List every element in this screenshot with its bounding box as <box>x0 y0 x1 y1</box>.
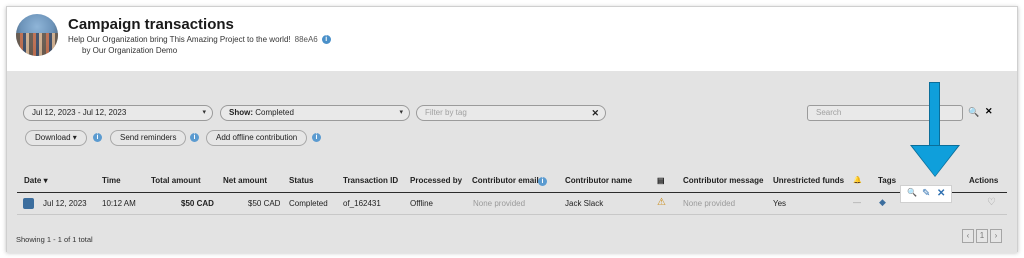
column-contributor-email: Contributor email <box>472 176 539 185</box>
cell-unrestricted-funds: Yes <box>773 199 787 208</box>
status-filter-select[interactable]: Show: Completed ▾ <box>220 105 410 121</box>
column-contributor-name: Contributor name <box>565 176 633 185</box>
cell-transaction-id[interactable]: of_162431 <box>343 199 381 208</box>
info-icon[interactable]: i <box>93 133 102 142</box>
column-contributor-message: Contributor message <box>683 176 764 185</box>
annotation-arrow <box>929 82 940 148</box>
column-transaction-id: Transaction ID <box>343 176 399 185</box>
page-title: Campaign transactions <box>68 16 234 33</box>
delete-icon[interactable]: ✕ <box>937 188 945 199</box>
card-icon: ▤ <box>657 176 665 185</box>
column-actions: Actions <box>969 176 999 185</box>
organization-byline: by Our Organization Demo <box>82 46 178 55</box>
search-icon[interactable]: 🔍 <box>968 107 979 118</box>
bell-icon: 🔔 <box>853 177 862 184</box>
warning-icon: ⚠ <box>657 197 666 208</box>
status-filter-value: Completed <box>255 108 294 117</box>
column-status: Status <box>289 176 314 185</box>
column-total-amount: Total amount <box>151 176 201 185</box>
row-actions: 🔍 ✎ ✕ <box>900 185 952 203</box>
date-range-select[interactable]: Jul 12, 2023 - Jul 12, 2023 ▾ <box>23 105 213 121</box>
column-time: Time <box>102 176 121 185</box>
date-range-value: Jul 12, 2023 - Jul 12, 2023 <box>32 108 127 117</box>
tag-icon[interactable]: ◆ <box>879 197 886 208</box>
transactions-panel: Jul 12, 2023 - Jul 12, 2023 ▾ Show: Comp… <box>7 71 1017 253</box>
campaign-subtitle: Help Our Organization bring This Amazing… <box>68 35 331 44</box>
chevron-down-icon: ▾ <box>202 109 206 116</box>
clear-search-icon[interactable]: ✕ <box>985 106 993 117</box>
info-icon[interactable]: i <box>321 35 331 44</box>
column-unrestricted-funds: Unrestricted funds <box>773 176 845 185</box>
cell-net-amount: $50 CAD <box>248 199 281 208</box>
campaign-subtitle-text: Help Our Organization bring This Amazing… <box>68 35 291 44</box>
search-placeholder: Search <box>816 108 842 117</box>
cell-time: 10:12 AM <box>102 199 136 208</box>
edit-icon[interactable]: ✎ <box>922 188 930 199</box>
campaign-avatar <box>16 14 58 56</box>
add-offline-contribution-button[interactable]: Add offline contribution <box>206 130 308 146</box>
view-icon[interactable]: 🔍 <box>907 188 917 197</box>
cell-date: Jul 12, 2023 <box>43 199 87 208</box>
cell-contributor-email: None provided <box>473 199 526 208</box>
download-button[interactable]: Download ▾ <box>25 130 87 146</box>
column-tags: Tags <box>878 176 897 185</box>
transactions-page: Campaign transactions Help Our Organizat… <box>6 6 1018 253</box>
info-icon[interactable]: i <box>312 133 321 142</box>
tag-filter-placeholder: Filter by tag <box>425 108 467 117</box>
offline-transaction-icon <box>23 198 34 209</box>
next-page-button[interactable]: › <box>990 229 1002 243</box>
column-net-amount: Net amount <box>223 176 267 185</box>
heart-icon[interactable]: ♡ <box>987 197 996 208</box>
cell-status: Completed <box>289 199 328 208</box>
cell-notification: — <box>853 198 861 207</box>
cell-contributor-name[interactable]: Jack Slack <box>565 199 603 208</box>
cell-contributor-message: None provided <box>683 199 736 208</box>
page-header: Campaign transactions Help Our Organizat… <box>7 7 1017 61</box>
table-row[interactable]: Jul 12, 2023 10:12 AM $50 CAD $50 CAD Co… <box>17 193 1007 215</box>
previous-page-button[interactable]: ‹ <box>962 229 974 243</box>
table-header: Date ▾ Time Total amount Net amount Stat… <box>7 176 1017 192</box>
page-number-button[interactable]: 1 <box>976 229 988 243</box>
send-reminders-button[interactable]: Send reminders <box>110 130 187 146</box>
info-icon[interactable]: i <box>190 133 199 142</box>
cell-total-amount: $50 CAD <box>181 199 214 208</box>
annotation-arrow-head <box>912 146 958 176</box>
results-summary: Showing 1 - 1 of 1 total <box>16 235 93 244</box>
column-date[interactable]: Date ▾ <box>24 176 48 185</box>
column-processed-by: Processed by <box>410 176 463 185</box>
clear-icon[interactable]: ✕ <box>591 106 599 120</box>
status-filter-label: Show: <box>229 108 253 117</box>
chevron-down-icon: ▾ <box>399 109 403 116</box>
info-icon[interactable]: i <box>538 177 547 186</box>
campaign-code: 88eA6 <box>294 35 318 44</box>
tag-filter-input[interactable]: Filter by tag ✕ <box>416 105 606 121</box>
cell-processed-by: Offline <box>410 199 433 208</box>
